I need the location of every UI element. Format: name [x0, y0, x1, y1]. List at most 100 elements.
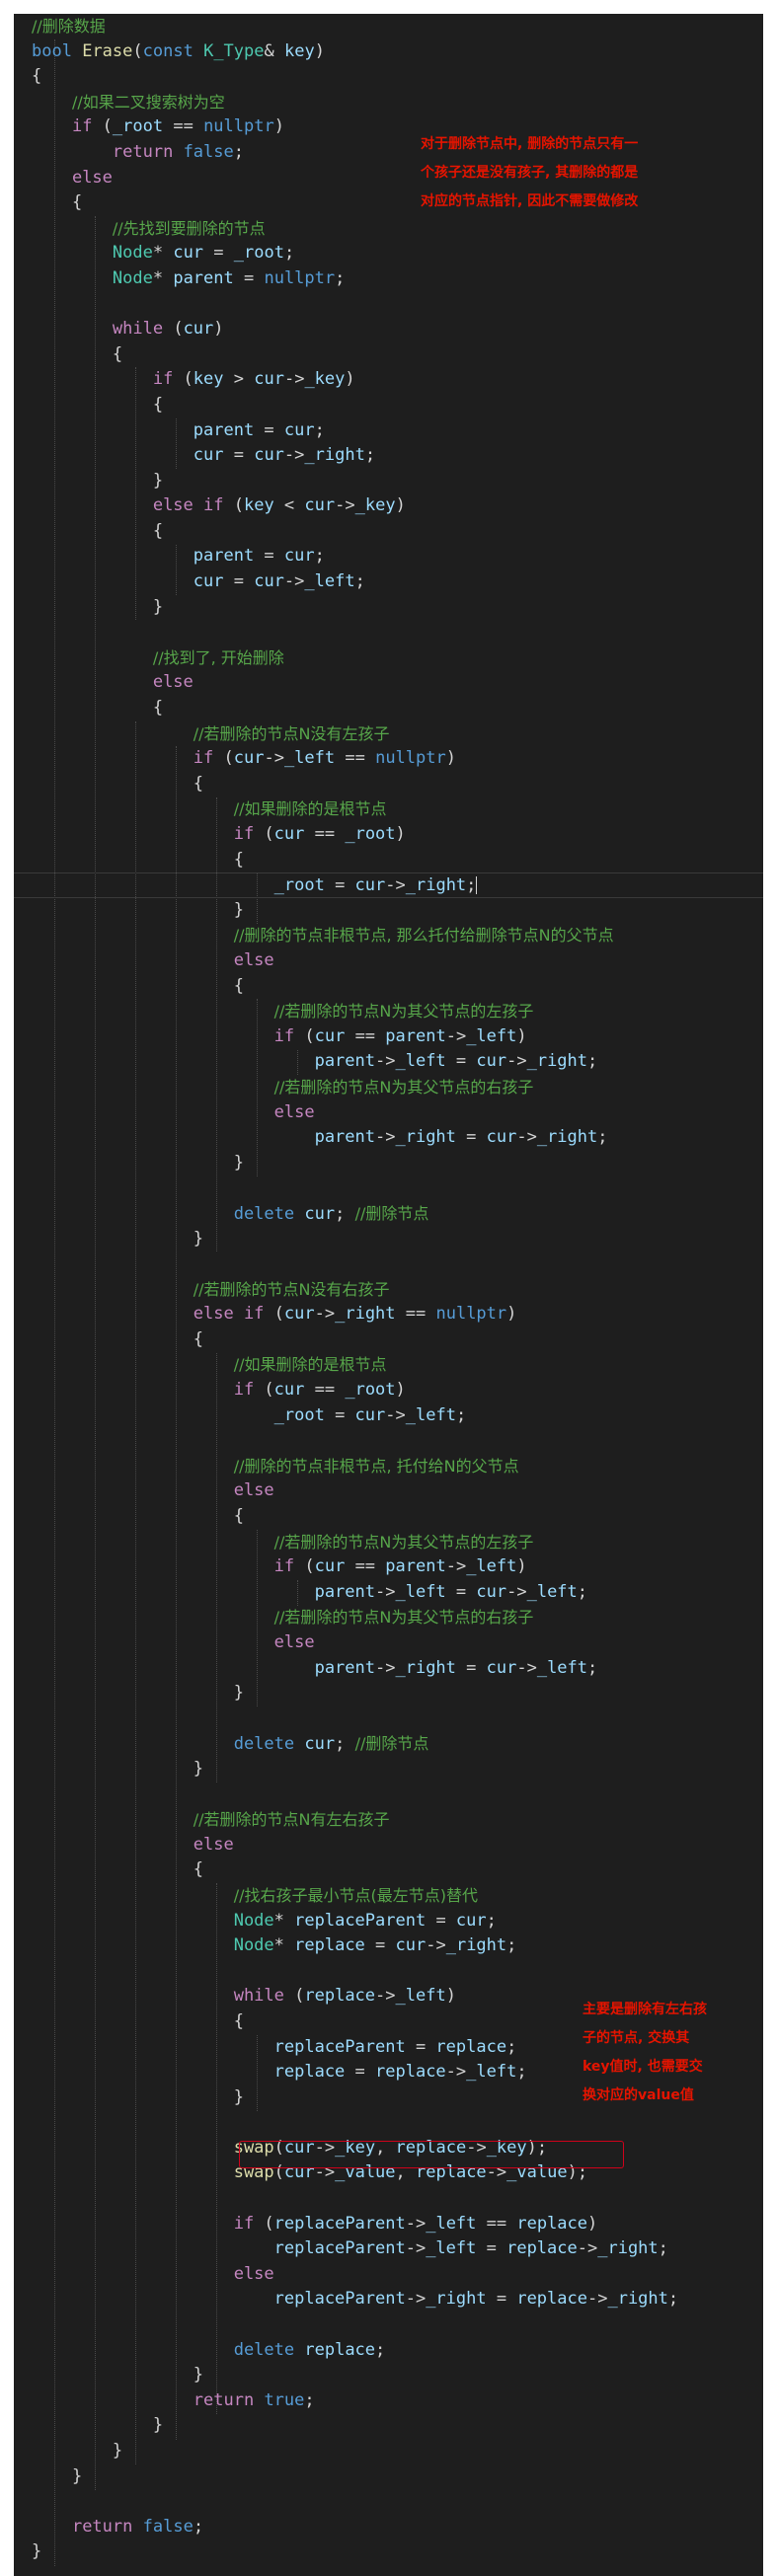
- code-line[interactable]: }: [14, 2363, 763, 2388]
- code-token: ->: [264, 748, 284, 769]
- code-line[interactable]: {: [14, 342, 763, 368]
- code-line[interactable]: }: [14, 595, 763, 621]
- code-line[interactable]: else if (key < cur->_key): [14, 493, 763, 519]
- code-line[interactable]: //删除的节点非根节点, 托付给N的父节点: [14, 1454, 763, 1479]
- code-line[interactable]: }: [14, 2464, 763, 2490]
- code-line[interactable]: else: [14, 2262, 763, 2288]
- code-line[interactable]: Node* replace = cur->_right;: [14, 1933, 763, 1959]
- code-line[interactable]: parent = cur;: [14, 544, 763, 569]
- code-line[interactable]: {: [14, 848, 763, 873]
- code-line[interactable]: if (cur->_left == nullptr): [14, 746, 763, 772]
- code-line[interactable]: //若删除的节点N为其父节点的右孩子: [14, 1075, 763, 1100]
- code-line[interactable]: bool Erase(const K_Type& key): [14, 39, 763, 65]
- code-line[interactable]: replaceParent->_right = replace->_right;: [14, 2287, 763, 2312]
- code-line[interactable]: //找到了, 开始删除: [14, 645, 763, 671]
- code-line[interactable]: _root = cur->_right;: [14, 872, 763, 898]
- code-line[interactable]: return false;: [14, 140, 763, 166]
- code-line[interactable]: else: [14, 166, 763, 191]
- code-line[interactable]: {: [14, 190, 763, 216]
- code-line[interactable]: //如果删除的是根节点: [14, 1352, 763, 1378]
- code-line[interactable]: [14, 2186, 763, 2212]
- code-line[interactable]: //先找到要删除的节点: [14, 216, 763, 242]
- code-line[interactable]: if (cur == parent->_left): [14, 1554, 763, 1580]
- code-line[interactable]: else: [14, 948, 763, 974]
- code-line[interactable]: //找右孩子最小节点(最左节点)替代: [14, 1883, 763, 1909]
- code-line[interactable]: }: [14, 469, 763, 494]
- code-line[interactable]: else: [14, 1100, 763, 1126]
- code-block[interactable]: //删除数据 bool Erase(const K_Type& key){ //如…: [14, 14, 763, 2565]
- code-line[interactable]: [14, 1959, 763, 1985]
- code-line[interactable]: {: [14, 393, 763, 418]
- code-line[interactable]: cur = cur->_left;: [14, 569, 763, 595]
- code-line[interactable]: }: [14, 2539, 763, 2565]
- code-line[interactable]: }: [14, 898, 763, 924]
- code-line[interactable]: }: [14, 2439, 763, 2464]
- code-line[interactable]: //若删除的节点N没有右孩子: [14, 1277, 763, 1303]
- code-line[interactable]: [14, 1782, 763, 1808]
- code-line[interactable]: [14, 2489, 763, 2515]
- code-line[interactable]: }: [14, 1151, 763, 1176]
- code-line[interactable]: {: [14, 1504, 763, 1530]
- code-line[interactable]: //删除数据: [14, 14, 763, 39]
- code-line[interactable]: //若删除的节点N有左右孩子: [14, 1807, 763, 1833]
- code-line[interactable]: {: [14, 772, 763, 797]
- code-line[interactable]: else: [14, 1630, 763, 1656]
- code-line[interactable]: Node* cur = _root;: [14, 241, 763, 266]
- code-line[interactable]: //如果删除的是根节点: [14, 796, 763, 822]
- code-line[interactable]: parent->_right = cur->_right;: [14, 1125, 763, 1151]
- code-line[interactable]: cur = cur->_right;: [14, 443, 763, 469]
- code-line[interactable]: Node* parent = nullptr;: [14, 266, 763, 292]
- code-line[interactable]: [14, 1251, 763, 1277]
- code-line[interactable]: Node* replaceParent = cur;: [14, 1909, 763, 1934]
- code-editor[interactable]: //删除数据 bool Erase(const K_Type& key){ //如…: [14, 14, 763, 2576]
- code-line[interactable]: parent = cur;: [14, 418, 763, 444]
- code-line[interactable]: {: [14, 64, 763, 90]
- code-line[interactable]: [14, 2312, 763, 2338]
- code-line[interactable]: //若删除的节点N为其父节点的右孩子: [14, 1605, 763, 1630]
- code-line[interactable]: {: [14, 696, 763, 721]
- code-line[interactable]: else: [14, 1833, 763, 1858]
- code-line[interactable]: else if (cur->_right == nullptr): [14, 1302, 763, 1327]
- code-line[interactable]: {: [14, 1857, 763, 1883]
- code-line[interactable]: }: [14, 2413, 763, 2439]
- code-line[interactable]: {: [14, 974, 763, 1000]
- code-line[interactable]: if (replaceParent->_left == replace): [14, 2212, 763, 2237]
- code-line[interactable]: replaceParent->_left = replace->_right;: [14, 2236, 763, 2262]
- code-line[interactable]: //如果二叉搜索树为空: [14, 90, 763, 115]
- code-line[interactable]: //若删除的节点N没有左孩子: [14, 721, 763, 747]
- code-line[interactable]: if (cur == _root): [14, 1378, 763, 1403]
- code-line[interactable]: delete cur; //删除节点: [14, 1201, 763, 1227]
- code-line[interactable]: if (cur == parent->_left): [14, 1024, 763, 1050]
- code-line[interactable]: parent->_left = cur->_right;: [14, 1049, 763, 1075]
- code-line[interactable]: return true;: [14, 2388, 763, 2414]
- code-line[interactable]: while (cur): [14, 317, 763, 342]
- code-line[interactable]: parent->_left = cur->_left;: [14, 1580, 763, 1606]
- annotation-line: 对应的节点指针, 因此不需要做修改: [421, 193, 639, 209]
- code-line[interactable]: }: [14, 1227, 763, 1252]
- code-line[interactable]: }: [14, 1681, 763, 1706]
- code-line[interactable]: [14, 2110, 763, 2136]
- code-line[interactable]: //若删除的节点N为其父节点的左孩子: [14, 999, 763, 1024]
- code-line[interactable]: delete cur; //删除节点: [14, 1731, 763, 1757]
- code-line[interactable]: {: [14, 519, 763, 545]
- code-line[interactable]: _root = cur->_left;: [14, 1403, 763, 1429]
- code-line[interactable]: if (key > cur->_key): [14, 367, 763, 393]
- code-line[interactable]: [14, 620, 763, 645]
- code-line[interactable]: else: [14, 1478, 763, 1504]
- code-line[interactable]: //删除的节点非根节点, 那么托付给删除节点N的父节点: [14, 923, 763, 948]
- code-line[interactable]: [14, 292, 763, 318]
- code-line[interactable]: delete replace;: [14, 2338, 763, 2364]
- code-line[interactable]: if (cur == _root): [14, 822, 763, 848]
- code-line[interactable]: else: [14, 670, 763, 696]
- code-line[interactable]: {: [14, 1327, 763, 1353]
- code-line[interactable]: parent->_right = cur->_left;: [14, 1656, 763, 1682]
- code-line[interactable]: if (_root == nullptr): [14, 114, 763, 140]
- code-line[interactable]: [14, 1706, 763, 1732]
- code-line[interactable]: //若删除的节点N为其父节点的左孩子: [14, 1530, 763, 1555]
- code-line[interactable]: [14, 1428, 763, 1454]
- code-line[interactable]: return false;: [14, 2515, 763, 2540]
- code-line[interactable]: }: [14, 1757, 763, 1782]
- code-line[interactable]: [14, 1175, 763, 1201]
